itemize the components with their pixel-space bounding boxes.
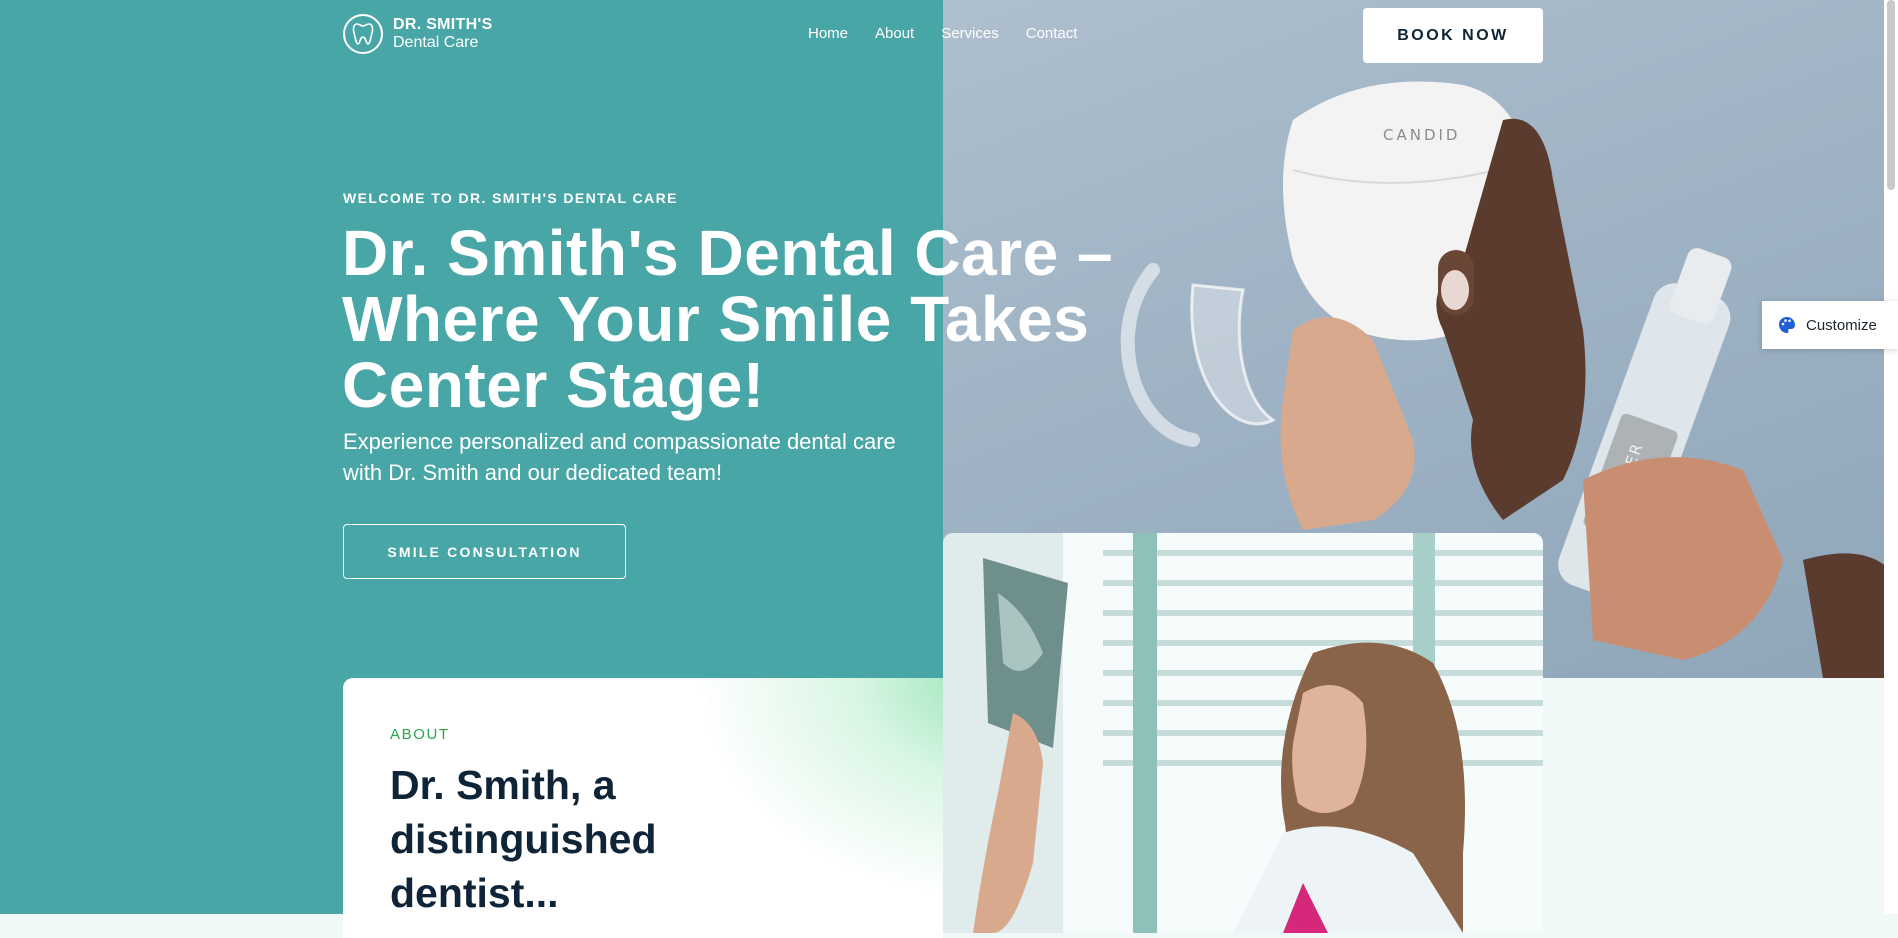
hero-headline: Dr. Smith's Dental Care – Where Your Smi…	[342, 217, 1114, 421]
customize-label: Customize	[1806, 316, 1877, 334]
nav-contact[interactable]: Contact	[1026, 25, 1078, 42]
hero-eyebrow: WELCOME TO DR. SMITH'S DENTAL CARE	[343, 190, 678, 206]
nav-about[interactable]: About	[875, 25, 914, 42]
customize-button[interactable]: Customize	[1762, 301, 1898, 349]
logo-tagline: Dental Care	[393, 34, 479, 51]
about-card: ABOUT Dr. Smith, a distinguished dentist…	[343, 678, 943, 938]
palette-icon	[1779, 317, 1795, 333]
about-title: Dr. Smith, a distinguished dentist...	[390, 762, 657, 916]
smile-consultation-button[interactable]: SMILE CONSULTATION	[343, 524, 626, 579]
site-logo[interactable]: DR. SMITH'S Dental Care	[343, 14, 493, 54]
logo-name: DR. SMITH'S	[393, 16, 493, 33]
nav-services[interactable]: Services	[941, 25, 999, 42]
main-navigation: Home About Services Contact	[808, 25, 1077, 42]
hero-subtitle: Experience personalized and compassionat…	[343, 429, 896, 485]
book-now-button[interactable]: BOOK NOW	[1363, 8, 1543, 63]
dentist-xray-photo	[943, 533, 1543, 933]
tooth-icon	[343, 14, 383, 54]
scrollbar-thumb[interactable]	[1887, 0, 1895, 190]
case-brand-text: CANDID	[1383, 126, 1460, 144]
page-scrollbar[interactable]	[1884, 0, 1898, 914]
about-eyebrow: ABOUT	[390, 726, 450, 743]
nav-home[interactable]: Home	[808, 25, 848, 42]
